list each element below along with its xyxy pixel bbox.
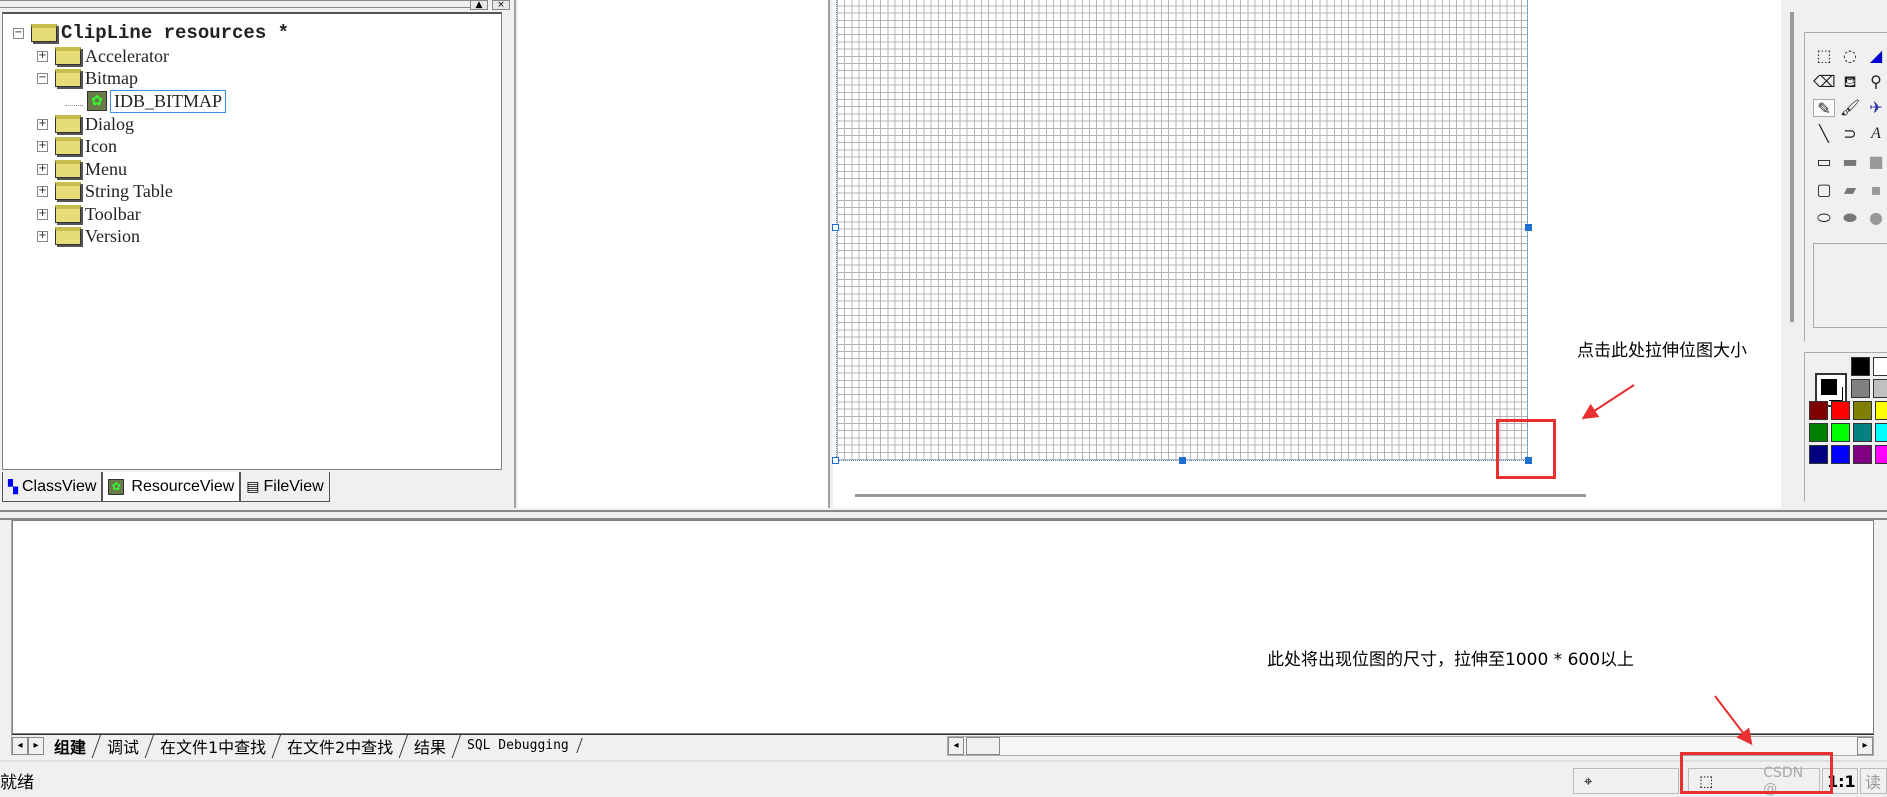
annotation-arrows <box>1581 384 1753 746</box>
arrow-to-size-pane <box>1714 695 1753 746</box>
arrow-to-handle <box>1581 384 1635 420</box>
